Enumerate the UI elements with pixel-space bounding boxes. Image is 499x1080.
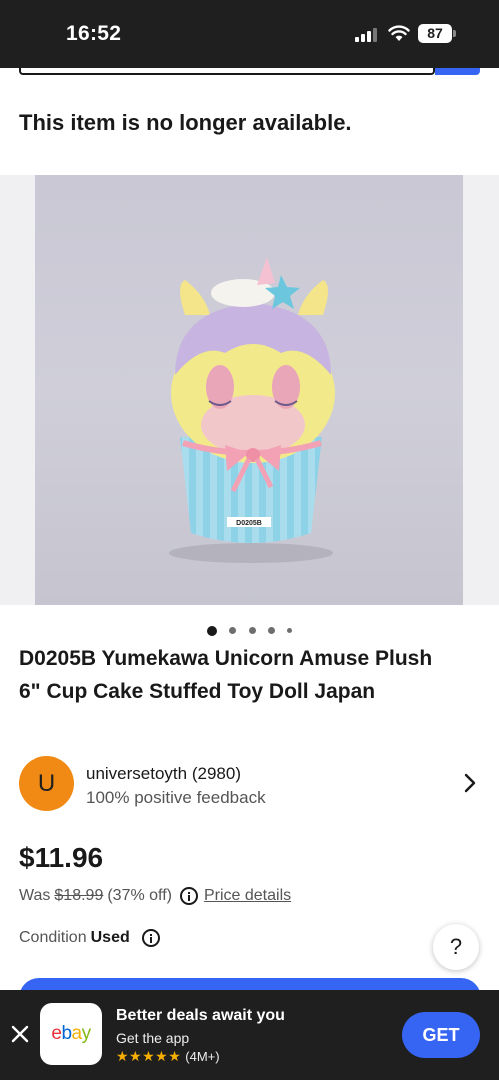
was-price-row: Was $18.99 (37% off) Price details (19, 887, 291, 905)
wifi-icon (388, 25, 410, 41)
cellular-signal-icon (355, 28, 379, 42)
condition-label: Condition (19, 929, 87, 946)
banner-subtitle: Get the app (116, 1030, 190, 1046)
photo-label: D0205B (236, 520, 262, 527)
plush-illustration: D0205B (169, 257, 335, 563)
was-label: Was (19, 887, 51, 904)
gallery-dot[interactable] (287, 628, 293, 634)
seller-name: universetoyth (2980) (86, 764, 241, 783)
product-photo[interactable]: D0205B (35, 175, 463, 605)
gallery-dot[interactable] (206, 625, 217, 636)
price-details-link[interactable]: Price details (204, 887, 291, 905)
gallery-dot[interactable] (248, 627, 256, 635)
battery-level: 87 (418, 24, 452, 43)
was-price: $18.99 (54, 887, 104, 904)
close-icon[interactable] (10, 1024, 30, 1044)
discount-text: (37% off) (107, 887, 172, 904)
condition-value: Used (90, 929, 130, 946)
image-gallery[interactable]: D0205B (0, 175, 499, 605)
info-icon[interactable] (179, 887, 198, 905)
banner-title: Better deals await you (116, 1007, 285, 1024)
app-install-banner: ebay Better deals await you Get the app … (0, 990, 499, 1080)
battery-tip (453, 30, 456, 37)
star-rating-icon: ★★★★★ (116, 1048, 182, 1064)
item-price: $11.96 (19, 842, 104, 873)
condition-row: Condition Used (19, 929, 166, 947)
condition-info-icon[interactable] (141, 929, 160, 947)
banner-rating: ★★★★★ (4M+) (116, 1048, 220, 1065)
search-input[interactable] (19, 68, 435, 75)
gallery-pagination[interactable] (0, 622, 499, 636)
ebay-logo: ebay (40, 1003, 102, 1065)
avatar: U (19, 756, 74, 811)
seller-card[interactable]: U universetoyth (2980) 100% positive fee… (19, 756, 481, 814)
gallery-dot[interactable] (229, 627, 237, 635)
rating-count: (4M+) (185, 1049, 220, 1064)
get-app-button[interactable]: GET (402, 1012, 480, 1058)
status-time: 16:52 (66, 22, 122, 45)
search-button[interactable] (435, 68, 480, 75)
item-title: D0205B Yumekawa Unicorn Amuse Plush 6" C… (19, 647, 433, 703)
chevron-right-icon (464, 773, 476, 793)
help-button[interactable]: ? (433, 924, 479, 970)
seller-feedback: 100% positive feedback (86, 788, 266, 807)
status-bar: 16:52 87 (0, 0, 499, 68)
item-unavailable-notice: This item is no longer available. (19, 110, 352, 135)
gallery-dot[interactable] (267, 627, 275, 635)
